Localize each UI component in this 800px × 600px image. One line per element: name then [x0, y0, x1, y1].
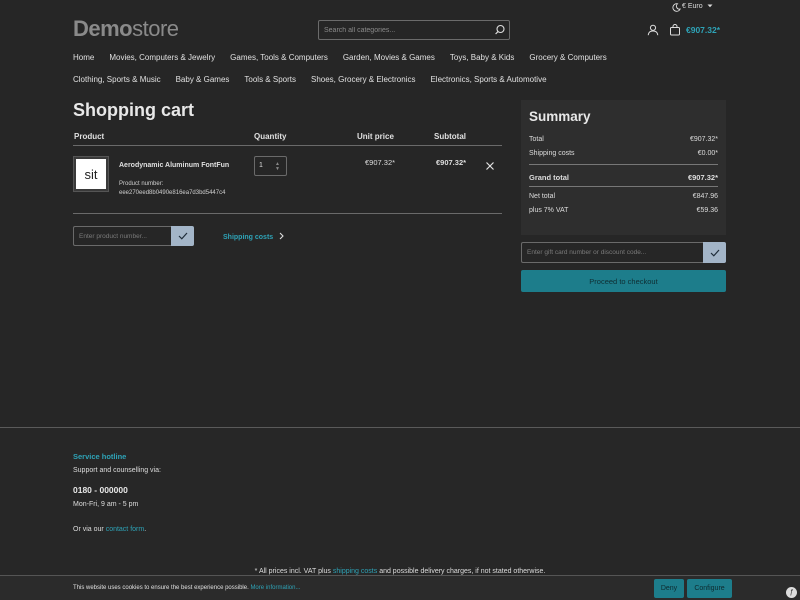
add-product-button[interactable]: [171, 226, 194, 246]
cart-icon[interactable]: [669, 24, 681, 36]
line-item-divider: [73, 213, 502, 214]
summary-shipping-row: Shipping costs €0.00*: [529, 150, 718, 157]
nav-item-home[interactable]: Home: [73, 53, 94, 62]
unit-price: €907.32*: [365, 158, 396, 167]
vat-note: * All prices incl. VAT plus shipping cos…: [0, 568, 800, 575]
vat-shipping-link[interactable]: shipping costs: [333, 568, 377, 575]
cart-total[interactable]: €907.32*: [686, 25, 720, 35]
summary-grand-total-row: Grand total €907.32*: [529, 173, 718, 182]
summary-grand-total-label: Grand total: [529, 173, 570, 182]
stepper-arrows-icon: ▲ ▼: [275, 161, 280, 172]
search-input[interactable]: [319, 21, 487, 39]
subtotal-price: €907.32*: [436, 158, 467, 167]
product-number-label: Product number:: [119, 181, 164, 187]
chevron-down-icon: [707, 3, 713, 10]
summary-vat-value: €59.36: [696, 207, 718, 214]
header-unit-price: Unit price: [357, 132, 394, 141]
summary-divider: [529, 164, 718, 165]
cookie-more-info-link[interactable]: More information...: [250, 585, 300, 591]
header-product: Product: [74, 132, 105, 141]
nav-item-games-tools-computers[interactable]: Games, Tools & Computers: [230, 53, 328, 62]
voucher-form: [521, 242, 726, 263]
product-number-value: eee270eed8b0490e816ea7d3bd5447c4: [119, 190, 226, 196]
account-icon[interactable]: [647, 24, 659, 36]
shipping-costs-link[interactable]: Shipping costs: [223, 232, 284, 242]
checkmark-icon: [710, 249, 719, 257]
nav-item-tools-sports[interactable]: Tools & Sports: [244, 75, 296, 84]
proceed-to-checkout-button[interactable]: Proceed to checkout: [521, 270, 726, 292]
service-hotline-title: Service hotline: [73, 452, 127, 461]
table-header-divider: [73, 145, 502, 146]
hotline-phone[interactable]: 0180 - 000000: [73, 485, 128, 495]
header-quantity: Quantity: [254, 132, 287, 141]
summary-shipping-label: Shipping costs: [529, 150, 575, 157]
summary-vat-row: plus 7% VAT €59.36: [529, 207, 718, 214]
quantity-select[interactable]: 1 ▲ ▼: [254, 156, 287, 176]
summary-divider: [529, 186, 718, 187]
contact-text: Or via our contact form.: [73, 526, 146, 533]
moon-icon[interactable]: [672, 3, 681, 12]
contact-prefix: Or via our: [73, 526, 104, 533]
summary-net-label: Net total: [529, 193, 556, 200]
chevron-right-icon: [279, 232, 284, 242]
cookie-bar: This website uses cookies to ensure the …: [0, 575, 800, 600]
shipping-costs-label: Shipping costs: [223, 233, 274, 241]
summary-shipping-value: €0.00*: [697, 150, 718, 157]
store-logo[interactable]: Demostore: [73, 16, 179, 42]
search-bar[interactable]: [318, 20, 510, 40]
summary-total-value: €907.32*: [689, 136, 718, 143]
add-product-form: [73, 226, 194, 246]
nav-item-shoes-grocery-electronics[interactable]: Shoes, Grocery & Electronics: [311, 75, 415, 84]
vat-note-suffix: and possible delivery charges, if not st…: [379, 568, 546, 575]
product-number-input[interactable]: [73, 226, 171, 246]
nav-item-baby-games[interactable]: Baby & Games: [176, 75, 230, 84]
summary-total-label: Total: [529, 136, 544, 143]
cookie-text: This website uses cookies to ensure the …: [73, 585, 300, 591]
remove-item-icon[interactable]: [485, 161, 495, 171]
support-text: Support and counselling via:: [73, 467, 161, 474]
nav-item-movies-computers-jewelry[interactable]: Movies, Computers & Jewelry: [109, 53, 215, 62]
cookie-deny-button[interactable]: Deny: [654, 579, 684, 598]
apply-voucher-button[interactable]: [703, 242, 726, 263]
nav-item-grocery-computers[interactable]: Grocery & Computers: [529, 53, 606, 62]
nav-item-electronics-sports-automotive[interactable]: Electronics, Sports & Automotive: [430, 75, 546, 84]
currency-label: € Euro: [682, 3, 703, 10]
header-subtotal: Subtotal: [434, 132, 466, 141]
voucher-input[interactable]: [521, 242, 703, 263]
hotline-hours: Mon-Fri, 9 am - 5 pm: [73, 501, 139, 508]
quantity-value: 1: [259, 162, 263, 169]
shopware-badge-icon[interactable]: ƒ: [786, 587, 797, 598]
checkmark-icon: [178, 232, 187, 240]
product-name[interactable]: Aerodynamic Aluminum FontFun: [119, 162, 229, 169]
product-number: Product number: eee270eed8b0490e816ea7d3…: [119, 180, 255, 198]
summary-vat-label: plus 7% VAT: [529, 207, 569, 214]
nav-item-clothing-sports-music[interactable]: Clothing, Sports & Music: [73, 75, 161, 84]
product-thumbnail[interactable]: sit: [74, 157, 108, 191]
summary-title: Summary: [529, 109, 591, 124]
page-title: Shopping cart: [73, 100, 194, 120]
contact-suffix: .: [144, 526, 147, 533]
main-nav-row-1: Home Movies, Computers & Jewelry Games, …: [73, 53, 622, 62]
cookie-configure-button[interactable]: Configure: [687, 579, 732, 598]
vat-note-prefix: * All prices incl. VAT plus: [254, 568, 331, 575]
cookie-message: This website uses cookies to ensure the …: [73, 585, 249, 591]
summary-total-row: Total €907.32*: [529, 136, 718, 143]
currency-selector[interactable]: € Euro: [682, 3, 713, 10]
contact-form-link[interactable]: contact form: [106, 526, 145, 533]
nav-item-garden-movies-games[interactable]: Garden, Movies & Games: [343, 53, 435, 62]
summary-panel: Summary Total €907.32* Shipping costs €0…: [521, 100, 726, 235]
summary-net-value: €847.96: [692, 193, 718, 200]
summary-net-row: Net total €847.96: [529, 193, 718, 200]
search-icon[interactable]: [493, 23, 507, 37]
main-nav-row-2: Clothing, Sports & Music Baby & Games To…: [73, 75, 562, 84]
summary-grand-total-value: €907.32*: [687, 173, 718, 182]
nav-item-toys-baby-kids[interactable]: Toys, Baby & Kids: [450, 53, 514, 62]
